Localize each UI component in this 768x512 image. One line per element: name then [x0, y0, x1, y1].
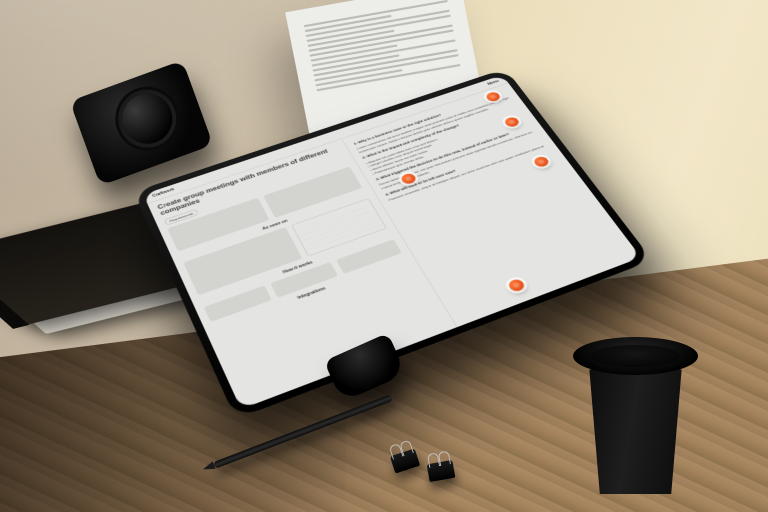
- media-placeholder: [183, 227, 302, 295]
- section-heading: How it works: [200, 232, 392, 304]
- nav-menu[interactable]: Menu: [487, 79, 500, 86]
- section-heading: Integrations: [213, 257, 408, 331]
- card-placeholder: [204, 285, 272, 322]
- annotation-pin[interactable]: [507, 278, 527, 293]
- desk-scene-photo: RUTKA Craftwork Menu Create group meetin…: [0, 0, 768, 512]
- coffee-cup: [573, 329, 698, 494]
- card-placeholder: [336, 239, 402, 274]
- card-placeholder: [271, 262, 338, 298]
